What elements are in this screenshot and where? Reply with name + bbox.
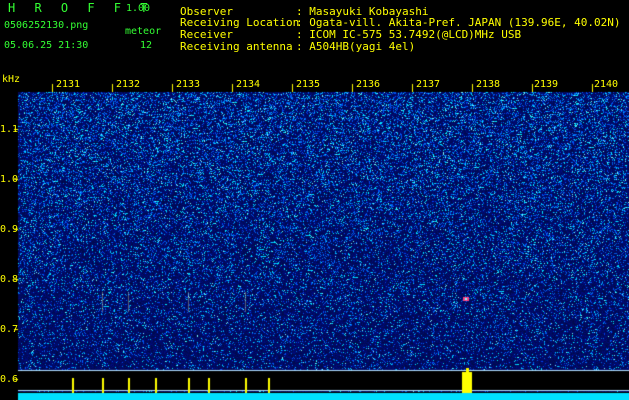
antenna-label: Receiving antenna (180, 40, 293, 53)
y-tick: 0.6 (0, 374, 19, 385)
antenna-value: : A504HB(yagi 4el) (296, 40, 416, 53)
x-tick: 2134 (236, 79, 261, 90)
x-tick: 2140 (594, 79, 619, 90)
y-tick: 0.8 (0, 274, 19, 285)
x-tick: 2138 (476, 79, 501, 90)
x-tick: 2131 (56, 79, 81, 90)
meteor-count: 12 (140, 40, 153, 51)
x-tick: 2132 (116, 79, 141, 90)
x-tick: 2137 (416, 79, 441, 90)
y-tick: 1.0 (0, 174, 19, 185)
meteor-label: meteor (125, 26, 162, 37)
datetime-label: 05.06.25 21:30 (4, 40, 89, 51)
version-label: 1.00 (126, 3, 151, 14)
x-tick: 2135 (296, 79, 321, 90)
filename-label: 0506252130.png (4, 20, 89, 31)
y-tick: 1.1 (0, 124, 19, 135)
x-tick: 2133 (176, 79, 201, 90)
x-tick: 2139 (534, 79, 559, 90)
y-tick: 0.9 (0, 224, 19, 235)
y-axis-unit: kHz (2, 74, 21, 85)
y-tick: 0.7 (0, 324, 19, 335)
x-tick: 2136 (356, 79, 381, 90)
spectrogram-canvas (0, 0, 629, 400)
